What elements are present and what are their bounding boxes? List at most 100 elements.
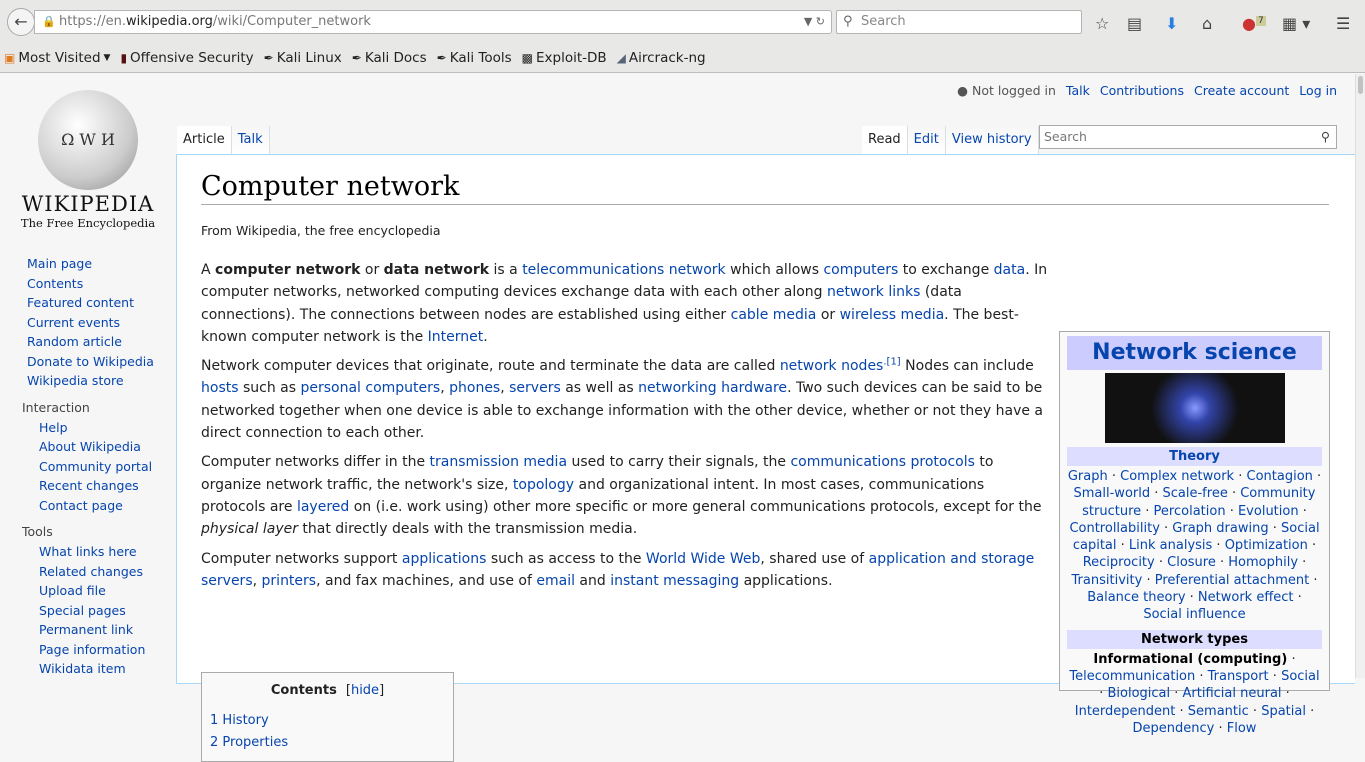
article-link[interactable]: computers	[823, 262, 898, 278]
url-bar[interactable]: 🔒 https://en.wikipedia.org/wiki/Computer_…	[34, 10, 832, 34]
back-button[interactable]: ←	[7, 8, 35, 36]
reading-list-icon[interactable]: ▤	[1127, 14, 1142, 33]
article-link[interactable]: wireless media	[840, 307, 945, 323]
infobox-link[interactable]: Dependency	[1133, 721, 1215, 736]
home-icon[interactable]: ⌂	[1202, 14, 1212, 33]
sidebar-item[interactable]: Upload file	[39, 581, 176, 601]
sidebar-item[interactable]: Permanent link	[39, 620, 176, 640]
article-link[interactable]: personal computers	[300, 380, 440, 396]
article-link[interactable]: phones	[449, 380, 500, 396]
sidebar-item-link[interactable]: Related changes	[39, 564, 143, 579]
wikipedia-logo[interactable]: Ω W И Wikipedia The Free Encyclopedia	[18, 90, 158, 230]
create-account-link[interactable]: Create account	[1194, 83, 1289, 98]
infobox-link[interactable]: Biological	[1107, 686, 1170, 701]
sidebar-item-link[interactable]: Wikidata item	[39, 661, 126, 676]
reload-icon[interactable]: ▼ ↻	[804, 11, 825, 33]
article-link[interactable]: communications protocols	[790, 454, 974, 470]
sidebar-item[interactable]: Wikipedia store	[27, 371, 176, 391]
article-link[interactable]: World Wide Web	[646, 551, 760, 567]
sidebar-item-link[interactable]: Page information	[39, 642, 145, 657]
sidebar-item-link[interactable]: Contact page	[39, 498, 123, 513]
infobox-link[interactable]: Flow	[1227, 721, 1257, 736]
article-link[interactable]: .[1]	[883, 357, 900, 368]
infobox-link[interactable]: Percolation	[1154, 504, 1226, 519]
infobox-link[interactable]: Spatial	[1261, 704, 1306, 719]
sidebar-item[interactable]: Help	[39, 418, 176, 438]
infobox-link[interactable]: Balance theory	[1087, 590, 1185, 605]
infobox-link[interactable]: Closure	[1167, 555, 1216, 570]
sidebar-item-link[interactable]: Donate to Wikipedia	[27, 354, 154, 369]
user-talk-link[interactable]: Talk	[1066, 83, 1090, 98]
sidebar-item[interactable]: Featured content	[27, 293, 176, 313]
sidebar-item[interactable]: Community portal	[39, 457, 176, 477]
infobox-link[interactable]: Network effect	[1198, 590, 1294, 605]
sidebar-item[interactable]: Page information	[39, 640, 176, 660]
bookmark-star-icon[interactable]: ☆	[1095, 14, 1109, 33]
sidebar-item[interactable]: Current events	[27, 313, 176, 333]
sidebar-item[interactable]: Contents	[27, 274, 176, 294]
contributions-link[interactable]: Contributions	[1100, 83, 1184, 98]
tab-read[interactable]: Read	[862, 126, 908, 154]
infobox-link[interactable]: Contagion	[1247, 469, 1313, 484]
infobox-link[interactable]: Homophily	[1228, 555, 1298, 570]
bookmark-most-visited[interactable]: ▣ Most Visited ▼	[4, 50, 110, 66]
sidebar-item-link[interactable]: Permanent link	[39, 622, 133, 637]
article-link[interactable]: cable media	[731, 307, 817, 323]
article-link[interactable]: instant messaging	[610, 573, 739, 589]
infobox-link[interactable]: Interdependent	[1075, 704, 1176, 719]
search-icon[interactable]: ⚲	[1321, 126, 1330, 148]
article-link[interactable]: layered	[297, 499, 349, 515]
bookmark-kali-docs[interactable]: ✒ Kali Docs	[352, 50, 427, 66]
infobox-link[interactable]: Transitivity	[1072, 573, 1143, 588]
article-link[interactable]: transmission media	[430, 454, 568, 470]
infobox-heading-theory[interactable]: Theory	[1067, 447, 1322, 466]
infobox-link[interactable]: Graph	[1068, 469, 1108, 484]
sidebar-item-link[interactable]: About Wikipedia	[39, 439, 141, 454]
sidebar-item-link[interactable]: Random article	[27, 334, 122, 349]
article-link[interactable]: telecommunications network	[522, 262, 725, 278]
infobox-link[interactable]: Scale-free	[1163, 486, 1228, 501]
infobox-link[interactable]: Graph drawing	[1172, 521, 1268, 536]
toc-item[interactable]: 1 History	[210, 710, 453, 732]
infobox-link[interactable]: Link analysis	[1129, 538, 1212, 553]
bookmark-aircrack[interactable]: ◢ Aircrack-ng	[617, 50, 706, 66]
scrollbar-thumb[interactable]	[1358, 76, 1363, 94]
bookmark-kali-linux[interactable]: ✒ Kali Linux	[264, 50, 342, 66]
browser-search[interactable]: ⚲ Search	[836, 10, 1082, 34]
bookmark-exploit-db[interactable]: ▩ Exploit-DB	[522, 50, 607, 66]
tab-edit[interactable]: Edit	[907, 126, 946, 154]
article-link[interactable]: network links	[827, 284, 920, 300]
infobox-link[interactable]: Transport	[1208, 669, 1269, 684]
sidebar-item-link[interactable]: Wikipedia store	[27, 373, 124, 388]
sidebar-item-link[interactable]: Main page	[27, 256, 92, 271]
infobox-link[interactable]: Semantic	[1188, 704, 1249, 719]
download-icon[interactable]: ⬇	[1165, 14, 1178, 33]
sidebar-item[interactable]: Special pages	[39, 601, 176, 621]
article-link[interactable]: data	[994, 262, 1026, 278]
article-link[interactable]: hosts	[201, 380, 239, 396]
toc-hide-link[interactable]: hide	[351, 683, 379, 698]
bookmark-kali-tools[interactable]: ✒ Kali Tools	[437, 50, 512, 66]
article-link[interactable]: network nodes	[780, 358, 884, 374]
infobox-link[interactable]: Telecommunication	[1069, 669, 1195, 684]
network-image[interactable]	[1104, 373, 1285, 443]
sidebar-item-link[interactable]: Help	[39, 420, 68, 435]
tab-talk[interactable]: Talk	[231, 126, 270, 154]
sidebar-item[interactable]: Recent changes	[39, 476, 176, 496]
toc-item[interactable]: 2 Properties	[210, 732, 453, 754]
article-link[interactable]: topology	[513, 477, 574, 493]
sidebar-item-link[interactable]: Community portal	[39, 459, 152, 474]
sidebar-item[interactable]: About Wikipedia	[39, 437, 176, 457]
infobox-link[interactable]: Controllability	[1069, 521, 1159, 536]
sidebar-item-link[interactable]: Upload file	[39, 583, 106, 598]
addon-icon[interactable]: ● 7	[1242, 14, 1266, 33]
sidebar-item[interactable]: Contact page	[39, 496, 176, 516]
scrollbar[interactable]	[1355, 74, 1365, 678]
sidebar-item[interactable]: What links here	[39, 542, 176, 562]
infobox-link[interactable]: Social influence	[1143, 607, 1245, 622]
sidebar-item-link[interactable]: Special pages	[39, 603, 126, 618]
sidebar-item-link[interactable]: Contents	[27, 276, 83, 291]
article-link[interactable]: printers	[262, 573, 317, 589]
tab-view-history[interactable]: View history	[945, 126, 1039, 154]
article-link[interactable]: email	[536, 573, 575, 589]
